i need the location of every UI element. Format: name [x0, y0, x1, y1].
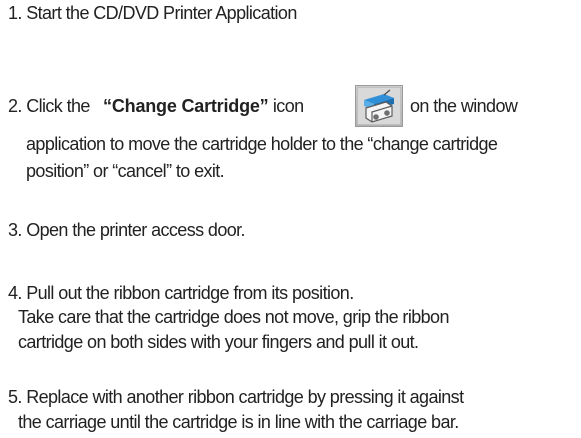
change-cartridge-label: “Change Cartridge”: [103, 96, 269, 116]
step-5-line-2: the carriage until the cartridge is in l…: [18, 412, 459, 432]
step-2-line-1-start: 2. Click the “Change Cartridge” icon: [8, 94, 304, 119]
step-2-line-1-end: on the window: [410, 96, 518, 116]
step-2-prefix: 2. Click the: [8, 96, 90, 116]
step-4-line-1: 4. Pull out the ribbon cartridge from it…: [8, 283, 354, 303]
instruction-page: 1. Start the CD/DVD Printer Application …: [0, 0, 581, 438]
step-3-text: 3. Open the printer access door.: [8, 220, 246, 240]
step-2-line-2: application to move the cartridge holder…: [26, 134, 498, 154]
step-1-text: 1. Start the CD/DVD Printer Application: [8, 3, 297, 23]
printer-cartridge-icon: [356, 86, 402, 126]
step-2-line-3: position” or “cancel” to exit.: [26, 161, 225, 181]
change-cartridge-icon: [355, 85, 403, 127]
step-4-line-2: Take care that the cartridge does not mo…: [18, 307, 449, 327]
step-2-icon-word: icon: [272, 96, 304, 116]
step-5-line-1: 5. Replace with another ribbon cartridge…: [8, 387, 464, 407]
step-4-line-3: cartridge on both sides with your finger…: [18, 332, 419, 352]
